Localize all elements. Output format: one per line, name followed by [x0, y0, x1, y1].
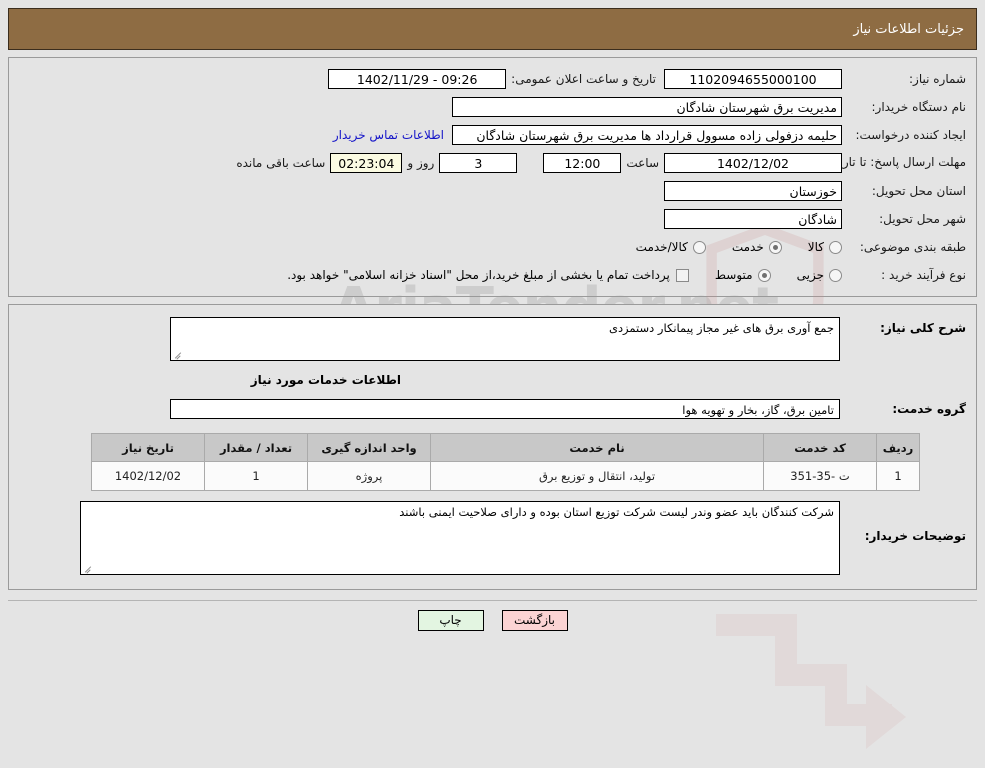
need-desc-text: جمع آوری برق های غیر مجاز پیمانکار دستمز…	[608, 321, 834, 335]
province-value: خوزستان	[664, 181, 842, 201]
need-desc-textarea[interactable]: جمع آوری برق های غیر مجاز پیمانکار دستمز…	[170, 317, 840, 361]
buyer-notes-label: توضیحات خریدار:	[864, 529, 966, 543]
footer-actions: بازگشت چاپ	[8, 600, 977, 631]
buyer-org-label: نام دستگاه خریدار:	[871, 100, 967, 114]
row-service-group: گروه خدمت: تامین برق، گاز، بخار و تهویه …	[19, 399, 966, 419]
treasury-checkbox[interactable]	[675, 268, 689, 282]
buyer-contact-link[interactable]: اطلاعات تماس خریدار	[325, 128, 452, 142]
city-value: شادگان	[664, 209, 842, 229]
services-section-title: اطلاعات خدمات مورد نیاز	[250, 373, 401, 387]
col-header-need-date: تاریخ نیاز	[91, 433, 205, 462]
resize-grip-icon-notes[interactable]	[84, 564, 93, 573]
category-label: طبقه بندی موضوعی:	[859, 240, 966, 254]
row-need-description: شرح کلی نیاز: جمع آوری برق های غیر مجاز …	[19, 317, 966, 361]
process-option-jozi[interactable]: جزیی	[797, 268, 842, 282]
cell-quantity: 1	[204, 461, 308, 491]
remaining-days-value: 3	[439, 153, 518, 173]
need-summary-panel: AriaTender.net شماره نیاز: 1102094655000…	[8, 57, 977, 358]
buyer-org-value: مدیریت برق شهرستان شادگان	[452, 97, 842, 117]
process-option-motavaset[interactable]: متوسط	[715, 268, 771, 282]
cell-need-date: 1402/12/02	[91, 461, 205, 491]
process-label: نوع فرآیند خرید :	[881, 268, 966, 282]
row-buyer-org: نام دستگاه خریدار: مدیریت برق شهرستان شا…	[19, 96, 966, 118]
print-button[interactable]: چاپ	[417, 610, 484, 631]
radio-icon-khedmat[interactable]	[768, 240, 782, 254]
row-province: استان محل تحویل: خوزستان	[19, 180, 966, 202]
countdown-timer: 02:23:04	[330, 153, 403, 173]
cell-unit: پروژه	[307, 461, 431, 491]
service-group-label: گروه خدمت:	[892, 402, 966, 416]
col-header-service-code: کد خدمت	[763, 433, 877, 462]
cell-service-name: تولید، انتقال و توزیع برق	[430, 461, 764, 491]
radio-icon-kala[interactable]	[829, 240, 842, 254]
buyer-notes-text: شرکت کنندگان باید عضو وندر لیست شرکت توز…	[399, 505, 834, 519]
need-number-label: شماره نیاز:	[909, 72, 966, 86]
cell-radif: 1	[876, 461, 920, 491]
col-header-unit: واحد اندازه گیری	[307, 433, 431, 462]
remaining-hours-label: ساعت باقی مانده	[236, 156, 326, 170]
category-option-khedmat[interactable]: خدمت	[732, 240, 782, 254]
public-announce-label: تاریخ و ساعت اعلان عمومی:	[511, 72, 656, 86]
category-option-kala-khedmat[interactable]: کالا/خدمت	[636, 240, 706, 254]
public-announce-value: 09:26 - 1402/11/29	[328, 69, 507, 89]
col-header-radif: ردیف	[876, 433, 920, 462]
col-header-quantity: تعداد / مقدار	[204, 433, 308, 462]
deadline-date-value: 1402/12/02	[664, 153, 842, 173]
row-request-creator: ایجاد کننده درخواست: حلیمه دزفولی زاده م…	[19, 124, 966, 146]
need-desc-label: شرح کلی نیاز:	[880, 321, 966, 335]
hour-label: ساعت	[626, 156, 659, 170]
city-label: شهر محل تحویل:	[879, 212, 966, 226]
col-header-service-name: نام خدمت	[430, 433, 764, 462]
province-label: استان محل تحویل:	[871, 184, 966, 198]
row-category: طبقه بندی موضوعی: کالا خدمت کالا/خدمت	[19, 236, 966, 258]
cell-service-code: ت -35-351	[763, 461, 877, 491]
page-title: جزئیات اطلاعات نیاز	[853, 21, 964, 37]
process-option-jozi-label: جزیی	[796, 268, 824, 282]
back-button[interactable]: بازگشت	[501, 610, 568, 631]
need-details-panel: شرح کلی نیاز: جمع آوری برق های غیر مجاز …	[8, 304, 977, 749]
radio-icon-kala-khedmat[interactable]	[692, 240, 706, 254]
category-option-khedmat-label: خدمت	[731, 240, 764, 254]
buyer-notes-textarea[interactable]: شرکت کنندگان باید عضو وندر لیست شرکت توز…	[80, 501, 840, 575]
table-row: 1 ت -35-351 تولید، انتقال و توزیع برق پر…	[91, 461, 920, 491]
days-label: روز و	[407, 156, 435, 170]
creator-value: حلیمه دزفولی زاده مسوول قرارداد ها مدیری…	[452, 125, 842, 145]
service-group-value: تامین برق، گاز، بخار و تهویه هوا	[170, 399, 840, 419]
radio-icon-jozi[interactable]	[829, 268, 842, 282]
category-option-kala[interactable]: کالا	[808, 240, 842, 254]
resize-grip-icon[interactable]	[174, 350, 183, 359]
treasury-checkbox-label: پرداخت تمام یا بخشی از مبلغ خرید،از محل …	[287, 268, 670, 282]
table-header-row: ردیف کد خدمت نام خدمت واحد اندازه گیری ت…	[91, 433, 920, 462]
page-header-bar: جزئیات اطلاعات نیاز	[8, 8, 977, 50]
category-option-kala-khedmat-label: کالا/خدمت	[635, 240, 688, 254]
row-need-number: شماره نیاز: 1102094655000100 تاریخ و ساع…	[19, 68, 966, 90]
services-table: ردیف کد خدمت نام خدمت واحد اندازه گیری ت…	[91, 433, 920, 491]
creator-label: ایجاد کننده درخواست:	[855, 128, 966, 142]
deadline-label: مهلت ارسال پاسخ: تا تاریخ:	[827, 155, 966, 170]
process-radio-group[interactable]: جزیی متوسط	[689, 268, 842, 282]
row-deadline: مهلت ارسال پاسخ: تا تاریخ: 1402/12/02 سا…	[19, 152, 966, 174]
radio-icon-motavaset[interactable]	[757, 268, 771, 282]
row-process-type: نوع فرآیند خرید : جزیی متوسط پرداخت تمام…	[19, 264, 966, 286]
category-option-kala-label: کالا	[807, 240, 824, 254]
category-radio-group[interactable]: کالا خدمت کالا/خدمت	[610, 240, 842, 254]
services-table-wrap: ردیف کد خدمت نام خدمت واحد اندازه گیری ت…	[19, 433, 966, 491]
services-section-header: اطلاعات خدمات مورد نیاز	[19, 373, 966, 387]
row-buyer-notes: توضیحات خریدار: شرکت کنندگان باید عضو ون…	[19, 501, 966, 575]
process-option-motavaset-label: متوسط	[714, 268, 753, 282]
deadline-time-value: 12:00	[543, 153, 622, 173]
treasury-checkbox-wrap[interactable]: پرداخت تمام یا بخشی از مبلغ خرید،از محل …	[287, 268, 689, 282]
row-city: شهر محل تحویل: شادگان	[19, 208, 966, 230]
need-number-value: 1102094655000100	[664, 69, 842, 89]
